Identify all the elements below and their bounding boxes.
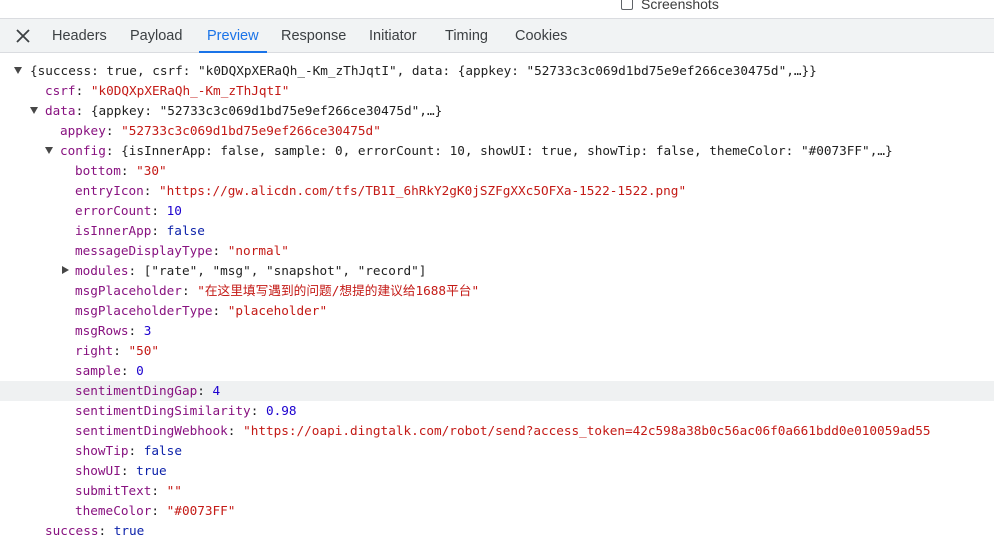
tree-row-config-item[interactable]: themeColor: "#0073FF" [0, 501, 994, 521]
tree-row-data[interactable]: data: {appkey: "52733c3c069d1bd75e9ef266… [0, 101, 994, 121]
tree-row-root[interactable]: {success: true, csrf: "k0DQXpXERaQh_-Km_… [0, 61, 994, 81]
property-value: "#0073FF" [166, 503, 236, 518]
tree-row-config-item[interactable]: sentimentDingSimilarity: 0.98 [0, 401, 994, 421]
tree-row-csrf[interactable]: csrf: "k0DQXpXERaQh_-Km_zThJqtI" [0, 81, 994, 101]
property-key: isInnerApp [75, 223, 152, 238]
property-value: "https://gw.alicdn.com/tfs/TB1I_6hRkY2gK… [159, 183, 687, 198]
property-key: themeColor [75, 503, 152, 518]
json-preview-tree: {success: true, csrf: "k0DQXpXERaQh_-Km_… [0, 61, 994, 541]
property-key: right [75, 343, 114, 358]
screenshots-label: Screenshots [641, 0, 719, 12]
property-key: messageDisplayType [75, 243, 213, 258]
tree-row-config-item[interactable]: submitText: "" [0, 481, 994, 501]
top-strip: Screenshots [0, 0, 994, 18]
tree-row-config-item[interactable]: msgPlaceholderType: "placeholder" [0, 301, 994, 321]
property-value: 3 [143, 323, 152, 338]
property-key: msgRows [75, 323, 129, 338]
tree-row-config-item[interactable]: bottom: "30" [0, 161, 994, 181]
tree-row-config-item[interactable]: messageDisplayType: "normal" [0, 241, 994, 261]
property-value: "30" [136, 163, 167, 178]
tree-row-config-item[interactable]: errorCount: 10 [0, 201, 994, 221]
devtools-tab-bar: Headers Payload Preview Response Initiat… [0, 18, 994, 53]
tree-row-config-item[interactable]: showUI: true [0, 461, 994, 481]
tree-row-modules[interactable]: modules: ["rate", "msg", "snapshot", "re… [0, 261, 994, 281]
tree-row-success[interactable]: success: true [0, 521, 994, 541]
property-key: config [60, 143, 106, 158]
property-key: showUI [75, 463, 121, 478]
property-key: bottom [75, 163, 121, 178]
property-value: "https://oapi.dingtalk.com/robot/send?ac… [243, 423, 931, 438]
tree-row-config-item[interactable]: msgRows: 3 [0, 321, 994, 341]
tree-row-config-item[interactable]: entryIcon: "https://gw.alicdn.com/tfs/TB… [0, 181, 994, 201]
tab-timing[interactable]: Timing [445, 19, 488, 52]
tree-row-config-item[interactable]: right: "50" [0, 341, 994, 361]
screenshots-checkbox[interactable] [621, 0, 633, 10]
collapsed-arrow-icon[interactable] [62, 266, 69, 274]
property-key: success [45, 523, 99, 538]
property-key: errorCount [75, 203, 152, 218]
property-key: modules [75, 263, 129, 278]
property-value: "" [166, 483, 182, 498]
property-value: "在这里填写遇到的问题/想提的建议给1688平台" [197, 283, 480, 298]
property-value: true [113, 523, 145, 538]
property-key: msgPlaceholderType [75, 303, 213, 318]
property-key: data [45, 103, 76, 118]
property-key: sentimentDingSimilarity [75, 403, 251, 418]
tab-initiator[interactable]: Initiator [369, 19, 417, 52]
property-key: sentimentDingWebhook [75, 423, 228, 438]
property-value: true [136, 463, 167, 478]
property-value: "k0DQXpXERaQh_-Km_zThJqtI" [90, 83, 290, 98]
property-value: 4 [212, 383, 221, 398]
property-value: 0 [136, 363, 144, 378]
tab-headers[interactable]: Headers [52, 19, 107, 52]
config-summary: {isInnerApp: false, sample: 0, errorCoun… [121, 143, 893, 158]
screenshots-option[interactable]: Screenshots [621, 0, 719, 13]
property-value: false [166, 223, 205, 238]
tab-cookies[interactable]: Cookies [515, 19, 567, 52]
data-summary: {appkey: "52733c3c069d1bd75e9ef266ce3047… [90, 103, 443, 118]
tree-row-config-item[interactable]: sample: 0 [0, 361, 994, 381]
tree-row-config-item-hovered[interactable]: sentimentDingGap: 4 [0, 381, 994, 401]
tree-row-config-item[interactable]: showTip: false [0, 441, 994, 461]
property-key: csrf [45, 83, 76, 98]
expand-arrow-icon[interactable] [14, 67, 22, 74]
property-key: sentimentDingGap [75, 383, 198, 398]
property-value: 0.98 [265, 403, 297, 418]
tree-row-config-item[interactable]: msgPlaceholder: "在这里填写遇到的问题/想提的建议给1688平台… [0, 281, 994, 301]
tab-response[interactable]: Response [281, 19, 346, 52]
property-value: "52733c3c069d1bd75e9ef266ce30475d" [121, 123, 381, 138]
expand-arrow-icon[interactable] [45, 147, 53, 154]
tree-row-config-item[interactable]: sentimentDingWebhook: "https://oapi.ding… [0, 421, 994, 441]
expand-arrow-icon[interactable] [30, 107, 38, 114]
property-value: "normal" [227, 243, 289, 258]
tree-row-config-item[interactable]: isInnerApp: false [0, 221, 994, 241]
close-icon[interactable] [14, 27, 32, 45]
tree-row-config[interactable]: config: {isInnerApp: false, sample: 0, e… [0, 141, 994, 161]
property-key: msgPlaceholder [75, 283, 182, 298]
root-summary: {success: true, csrf: "k0DQXpXERaQh_-Km_… [30, 63, 817, 78]
property-value: "50" [128, 343, 160, 358]
property-value: 10 [166, 203, 182, 218]
property-key: submitText [75, 483, 152, 498]
property-value: "placeholder" [227, 303, 328, 318]
tab-payload[interactable]: Payload [130, 19, 182, 52]
property-value: ["rate", "msg", "snapshot", "record"] [143, 263, 427, 278]
property-key: appkey [60, 123, 106, 138]
property-key: entryIcon [75, 183, 144, 198]
property-key: sample [75, 363, 121, 378]
property-value: false [143, 443, 182, 458]
tab-preview[interactable]: Preview [199, 19, 267, 53]
property-key: showTip [75, 443, 129, 458]
tree-row-appkey[interactable]: appkey: "52733c3c069d1bd75e9ef266ce30475… [0, 121, 994, 141]
